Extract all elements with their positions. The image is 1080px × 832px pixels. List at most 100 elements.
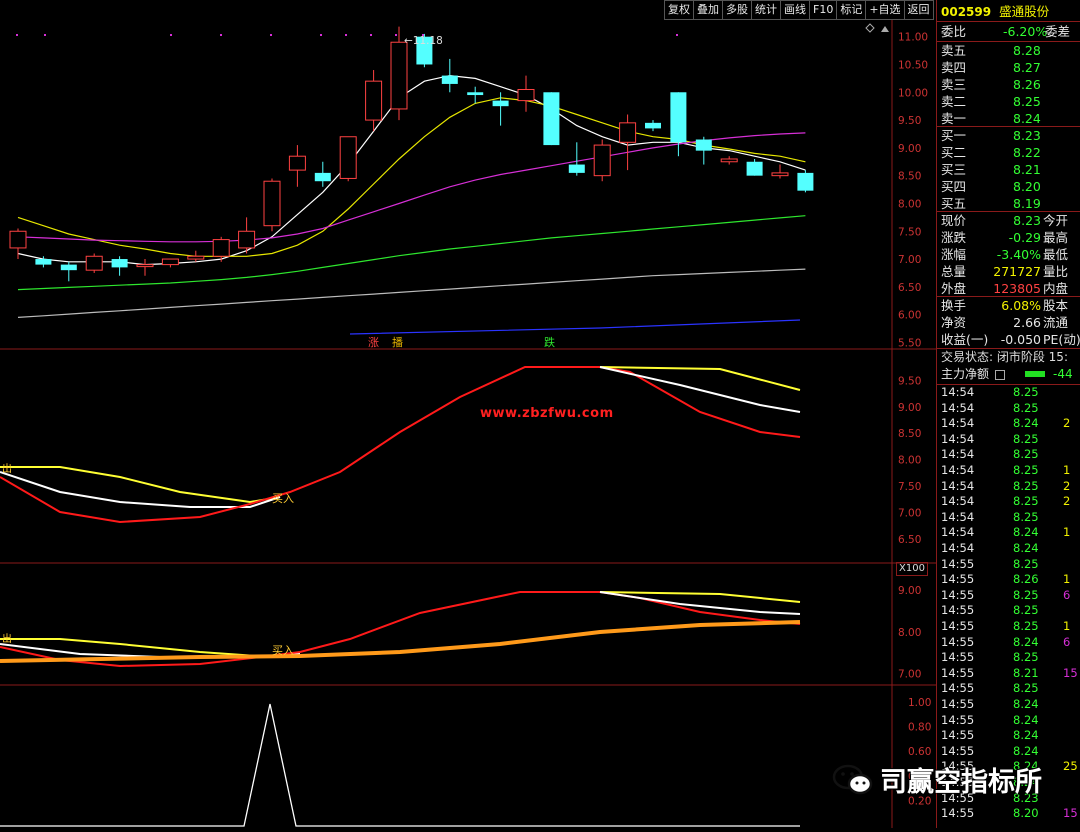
candle-down bbox=[746, 161, 763, 176]
candle-down bbox=[670, 92, 687, 143]
stat-value: -0.29 bbox=[1008, 230, 1041, 245]
tick-row: 14:55 8.24 bbox=[941, 697, 1039, 713]
weicha-label: 委差 bbox=[1045, 24, 1071, 39]
stat2-value: 6.08% bbox=[1001, 298, 1041, 313]
ask-row: 卖四 8.27 bbox=[941, 59, 1041, 76]
ma-line-ma60 bbox=[17, 215, 806, 291]
candle-down bbox=[314, 172, 331, 182]
stat2-label2: 流通 bbox=[1043, 315, 1069, 330]
tick-row: 14:54 8.25 bbox=[941, 400, 1039, 417]
stat-label: 现价 bbox=[941, 213, 967, 228]
bid-price: 8.20 bbox=[1013, 179, 1041, 194]
signal-dot bbox=[676, 34, 678, 36]
tick-time: 14:54 bbox=[941, 447, 975, 462]
tick-volume: 2 bbox=[1063, 494, 1071, 509]
tick-row: 14:54 8.25 2 bbox=[941, 494, 1070, 510]
toolbar-button-7[interactable]: +自选 bbox=[866, 0, 905, 20]
tick-time: 14:55 bbox=[941, 665, 975, 680]
tick-time: 14:55 bbox=[941, 650, 975, 665]
stat-value: 271727 bbox=[993, 264, 1041, 279]
ask-row: 卖三 8.26 bbox=[941, 76, 1041, 93]
toolbar: 复权 叠加 多股 统计 画线 F10 标记 +自选 返回 bbox=[664, 0, 936, 20]
signal-marker: 跌 bbox=[544, 335, 555, 349]
trade-status: 交易状态: 闭市阶段 15: bbox=[941, 350, 1068, 364]
stat-row: 外盘 123805 内盘 bbox=[941, 280, 1068, 297]
tick-time: 14:55 bbox=[941, 603, 975, 618]
toolbar-button-1[interactable]: 叠加 bbox=[694, 0, 723, 20]
candle-up bbox=[390, 41, 408, 110]
candle-down bbox=[695, 139, 712, 151]
chart-area[interactable]: 11.00 10.50 10.00 9.50 9.00 8.50 8.00 7.50 7.00 6… bbox=[0, 20, 936, 828]
signal-marker: 播 bbox=[392, 335, 403, 349]
indicator-panel-2: 9.00 8.00 7.00 买入 出 bbox=[0, 585, 921, 681]
bid-price: 8.23 bbox=[1013, 128, 1041, 143]
tick-price: 8.24 bbox=[1013, 728, 1039, 743]
signal-dot bbox=[44, 34, 46, 36]
tick-price: 8.25 bbox=[1013, 619, 1039, 633]
signal-dot bbox=[220, 34, 222, 36]
ma-line-ma10 bbox=[17, 97, 806, 257]
toolbar-button-3[interactable]: 统计 bbox=[752, 0, 781, 20]
candle-up bbox=[771, 172, 789, 177]
ind3-y-label: 1.00 bbox=[908, 697, 931, 709]
toolbar-button-8[interactable]: 返回 bbox=[904, 0, 934, 20]
tick-volume: 1 bbox=[1063, 572, 1071, 587]
tick-time: 14:55 bbox=[941, 712, 975, 727]
bid-row: 买一 8.23 bbox=[941, 127, 1041, 144]
ask-label: 卖五 bbox=[941, 43, 967, 58]
tick-time: 14:55 bbox=[941, 743, 975, 758]
tick-row: 14:55 8.24 bbox=[941, 712, 1039, 729]
main-y-label: 10.50 bbox=[898, 59, 928, 71]
tick-price: 8.25 bbox=[1013, 494, 1039, 509]
stat2-label: 换手 bbox=[941, 298, 967, 313]
toolbar-button-6[interactable]: 标记 bbox=[837, 0, 867, 20]
stat-label2: 量比 bbox=[1043, 264, 1069, 279]
toolbar-button-0[interactable]: 复权 bbox=[664, 0, 694, 20]
indicator-panel-3: 1.000.800.600.400.20 bbox=[0, 697, 931, 827]
candle-down bbox=[60, 264, 77, 271]
ma-line-ma5 bbox=[17, 74, 806, 266]
wechat-icon bbox=[832, 764, 873, 794]
tick-time: 14:54 bbox=[941, 400, 975, 415]
tick-price: 8.25 bbox=[1013, 603, 1039, 618]
weibi-value: -6.20% bbox=[1003, 24, 1048, 39]
tick-volume: 6 bbox=[1063, 634, 1071, 649]
candle-down bbox=[492, 100, 509, 107]
tick-row: 14:55 8.25 bbox=[941, 681, 1039, 697]
tick-volume: 1 bbox=[1063, 619, 1071, 633]
tick-row: 14:55 8.26 1 bbox=[941, 572, 1070, 588]
ask-price: 8.27 bbox=[1013, 60, 1041, 75]
ma-line-ma250 bbox=[349, 319, 801, 335]
candle-up bbox=[365, 80, 383, 121]
tick-time: 14:54 bbox=[941, 509, 975, 524]
tick-row: 14:54 8.24 2 bbox=[941, 416, 1070, 432]
menu-icon[interactable] bbox=[994, 369, 1005, 380]
main-net-row[interactable]: 主力净额 -44 bbox=[941, 366, 1073, 383]
ind2-y-label: 8.00 bbox=[898, 627, 921, 639]
candle-down bbox=[35, 259, 52, 265]
ind1-white-line-r bbox=[599, 366, 801, 413]
ind2-white-line-r bbox=[599, 591, 801, 615]
toolbar-button-5[interactable]: F10 bbox=[810, 0, 838, 20]
tick-row: 14:55 8.25 bbox=[941, 650, 1039, 666]
ind1-red-line bbox=[0, 366, 801, 524]
tick-time: 14:54 bbox=[941, 478, 975, 493]
toolbar-button-2[interactable]: 多股 bbox=[723, 0, 752, 20]
tick-volume: 25 bbox=[1063, 759, 1078, 774]
ind3-y-label: 0.60 bbox=[908, 746, 931, 758]
toolbar-button-4[interactable]: 画线 bbox=[781, 0, 810, 20]
chart-svg[interactable]: 11.00 10.50 10.00 9.50 9.00 8.50 8.00 7.50 7.00 6… bbox=[0, 20, 936, 828]
stock-header[interactable]: 002599 盛通股份 bbox=[941, 3, 1049, 20]
stat-value: 123805 bbox=[993, 281, 1041, 296]
indicator-panel-1: 9.50 9.00 8.50 8.00 7.50 7.00 6.50 买入 出 bbox=[0, 366, 921, 546]
stat-label: 总量 bbox=[941, 264, 967, 279]
tick-row: 14:55 8.24 bbox=[941, 728, 1039, 744]
candle-up bbox=[339, 136, 357, 179]
stat-row: 涨幅 -3.40% 最低 bbox=[941, 246, 1068, 263]
tick-row: 14:55 8.25 bbox=[941, 557, 1039, 573]
candle-down bbox=[797, 172, 814, 191]
stat-row: 涨跌 -0.29 最高 bbox=[941, 229, 1068, 246]
stat-label2: 最高 bbox=[1043, 230, 1069, 245]
bid-label: 买五 bbox=[941, 196, 967, 211]
tick-price: 8.25 bbox=[1013, 650, 1039, 665]
